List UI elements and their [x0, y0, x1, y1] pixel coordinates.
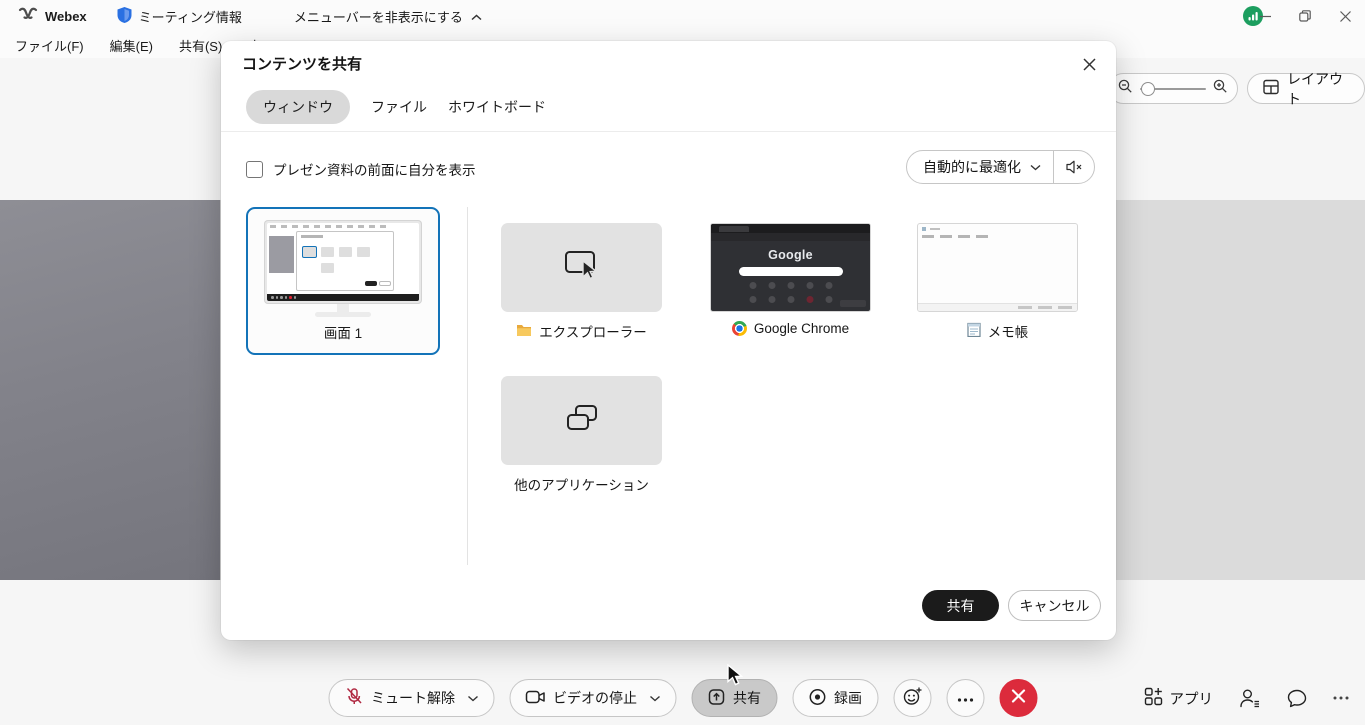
- unmute-button[interactable]: ミュート解除: [328, 679, 494, 717]
- hide-menubar-toggle[interactable]: メニューバーを非表示にする: [294, 7, 482, 26]
- meeting-info-label: ミーティング情報: [139, 7, 242, 26]
- apps-grid-icon: [1144, 687, 1163, 710]
- self-video-feed: [0, 200, 220, 580]
- tabs-divider: [221, 131, 1116, 132]
- reactions-button[interactable]: [893, 679, 931, 717]
- close-x-icon: [1011, 689, 1025, 708]
- hide-menubar-label: メニューバーを非表示にする: [294, 7, 463, 26]
- webex-logo-icon: [18, 6, 38, 26]
- share-button[interactable]: 共有: [691, 679, 777, 717]
- unmute-label: ミュート解除: [371, 688, 455, 708]
- chrome-icon: [732, 321, 747, 336]
- chat-button[interactable]: [1287, 689, 1307, 708]
- optimize-dropdown[interactable]: 自動的に最適化: [907, 157, 1021, 177]
- folder-icon: [516, 323, 532, 340]
- thumbnail-screen-1[interactable]: 画面 1: [246, 207, 440, 355]
- dialog-share-button[interactable]: 共有: [922, 590, 999, 621]
- video-menu-chevron[interactable]: [649, 695, 660, 702]
- more-panels-button[interactable]: [1333, 696, 1349, 700]
- explorer-label: エクスプローラー: [539, 321, 647, 341]
- leave-meeting-button[interactable]: [999, 679, 1037, 717]
- zoom-slider[interactable]: [1140, 88, 1206, 90]
- meeting-toolbar: CC ミュート解除 ビデオの停止: [0, 670, 1365, 725]
- thumbnail-notepad[interactable]: メモ帳: [917, 223, 1078, 341]
- menu-edit[interactable]: 編集(E): [103, 33, 160, 58]
- layout-button[interactable]: レイアウト: [1247, 73, 1365, 104]
- unmute-menu-chevron[interactable]: [467, 695, 478, 702]
- screen-1-label: 画面 1: [324, 322, 362, 342]
- other-apps-label: 他のアプリケーション: [514, 474, 649, 494]
- share-content-dialog: コンテンツを共有 ウィンドウ ファイル ホワイトボード プレゼン資料の前面に自分…: [221, 41, 1116, 640]
- apps-button[interactable]: アプリ: [1144, 687, 1214, 710]
- smiley-plus-icon: [902, 686, 922, 711]
- mic-muted-icon: [344, 687, 363, 709]
- stop-video-label: ビデオの停止: [553, 688, 637, 708]
- record-icon: [808, 688, 826, 709]
- dialog-cancel-button[interactable]: キャンセル: [1008, 590, 1101, 621]
- zoom-in-icon[interactable]: [1213, 79, 1228, 99]
- show-me-checkbox[interactable]: [246, 161, 263, 178]
- window-cursor-icon: [562, 248, 602, 287]
- thumbnail-other-apps[interactable]: 他のアプリケーション: [501, 376, 662, 494]
- meeting-info-button[interactable]: ミーティング情報: [117, 7, 242, 26]
- minimize-button[interactable]: [1245, 0, 1285, 32]
- show-me-option[interactable]: プレゼン資料の前面に自分を表示: [246, 159, 476, 179]
- notepad-icon: [967, 322, 981, 340]
- tab-file[interactable]: ファイル: [371, 90, 427, 124]
- record-label: 録画: [834, 688, 862, 708]
- stacked-windows-icon: [561, 400, 603, 441]
- thumbnail-explorer[interactable]: エクスプローラー: [501, 223, 662, 341]
- chrome-thumb-logo: Google: [711, 248, 870, 262]
- titlebar: Webex ミーティング情報 メニューバーを非表示にする: [0, 0, 1365, 32]
- speaker-muted-icon[interactable]: [1054, 160, 1094, 174]
- layout-label: レイアウト: [1287, 69, 1349, 109]
- chevron-down-icon[interactable]: [1021, 164, 1053, 171]
- dialog-title: コンテンツを共有: [242, 53, 362, 74]
- chevron-up-icon: [471, 9, 482, 24]
- close-window-button[interactable]: [1325, 0, 1365, 32]
- stage-zoom-control: [1108, 73, 1238, 104]
- zoom-out-icon[interactable]: [1118, 79, 1133, 99]
- dialog-tabs: ウィンドウ ファイル ホワイトボード: [246, 90, 546, 124]
- content-divider: [467, 207, 468, 565]
- chrome-thumb-searchbar: [739, 267, 843, 276]
- participants-button[interactable]: [1239, 688, 1261, 708]
- more-options-button[interactable]: [946, 679, 984, 717]
- ellipsis-icon: [957, 689, 973, 707]
- monitor-stand: [337, 304, 349, 312]
- camera-icon: [525, 689, 545, 708]
- dialog-close-button[interactable]: [1076, 51, 1102, 77]
- show-me-label: プレゼン資料の前面に自分を表示: [273, 159, 476, 179]
- share-arrow-icon: [707, 688, 725, 709]
- zoom-slider-handle[interactable]: [1141, 82, 1155, 96]
- menu-file[interactable]: ファイル(F): [8, 33, 91, 58]
- webex-brand: Webex: [18, 6, 87, 26]
- shield-icon: [117, 7, 132, 26]
- tab-window[interactable]: ウィンドウ: [246, 90, 350, 124]
- webex-window: Webex ミーティング情報 メニューバーを非表示にする: [0, 0, 1365, 725]
- notepad-label: メモ帳: [988, 321, 1029, 341]
- record-button[interactable]: 録画: [792, 679, 878, 717]
- thumbnail-chrome[interactable]: Google Google Chrome: [710, 223, 871, 336]
- share-label: 共有: [733, 688, 761, 708]
- chrome-label: Google Chrome: [754, 321, 849, 336]
- apps-label: アプリ: [1170, 688, 1214, 709]
- layout-grid-icon: [1263, 79, 1279, 98]
- restore-button[interactable]: [1285, 0, 1325, 32]
- monitor-graphic: [264, 220, 422, 304]
- tab-whiteboard[interactable]: ホワイトボード: [448, 90, 546, 124]
- app-title: Webex: [45, 9, 87, 24]
- stop-video-button[interactable]: ビデオの停止: [509, 679, 676, 717]
- window-controls: [1245, 0, 1365, 32]
- optimize-control: 自動的に最適化: [906, 150, 1095, 184]
